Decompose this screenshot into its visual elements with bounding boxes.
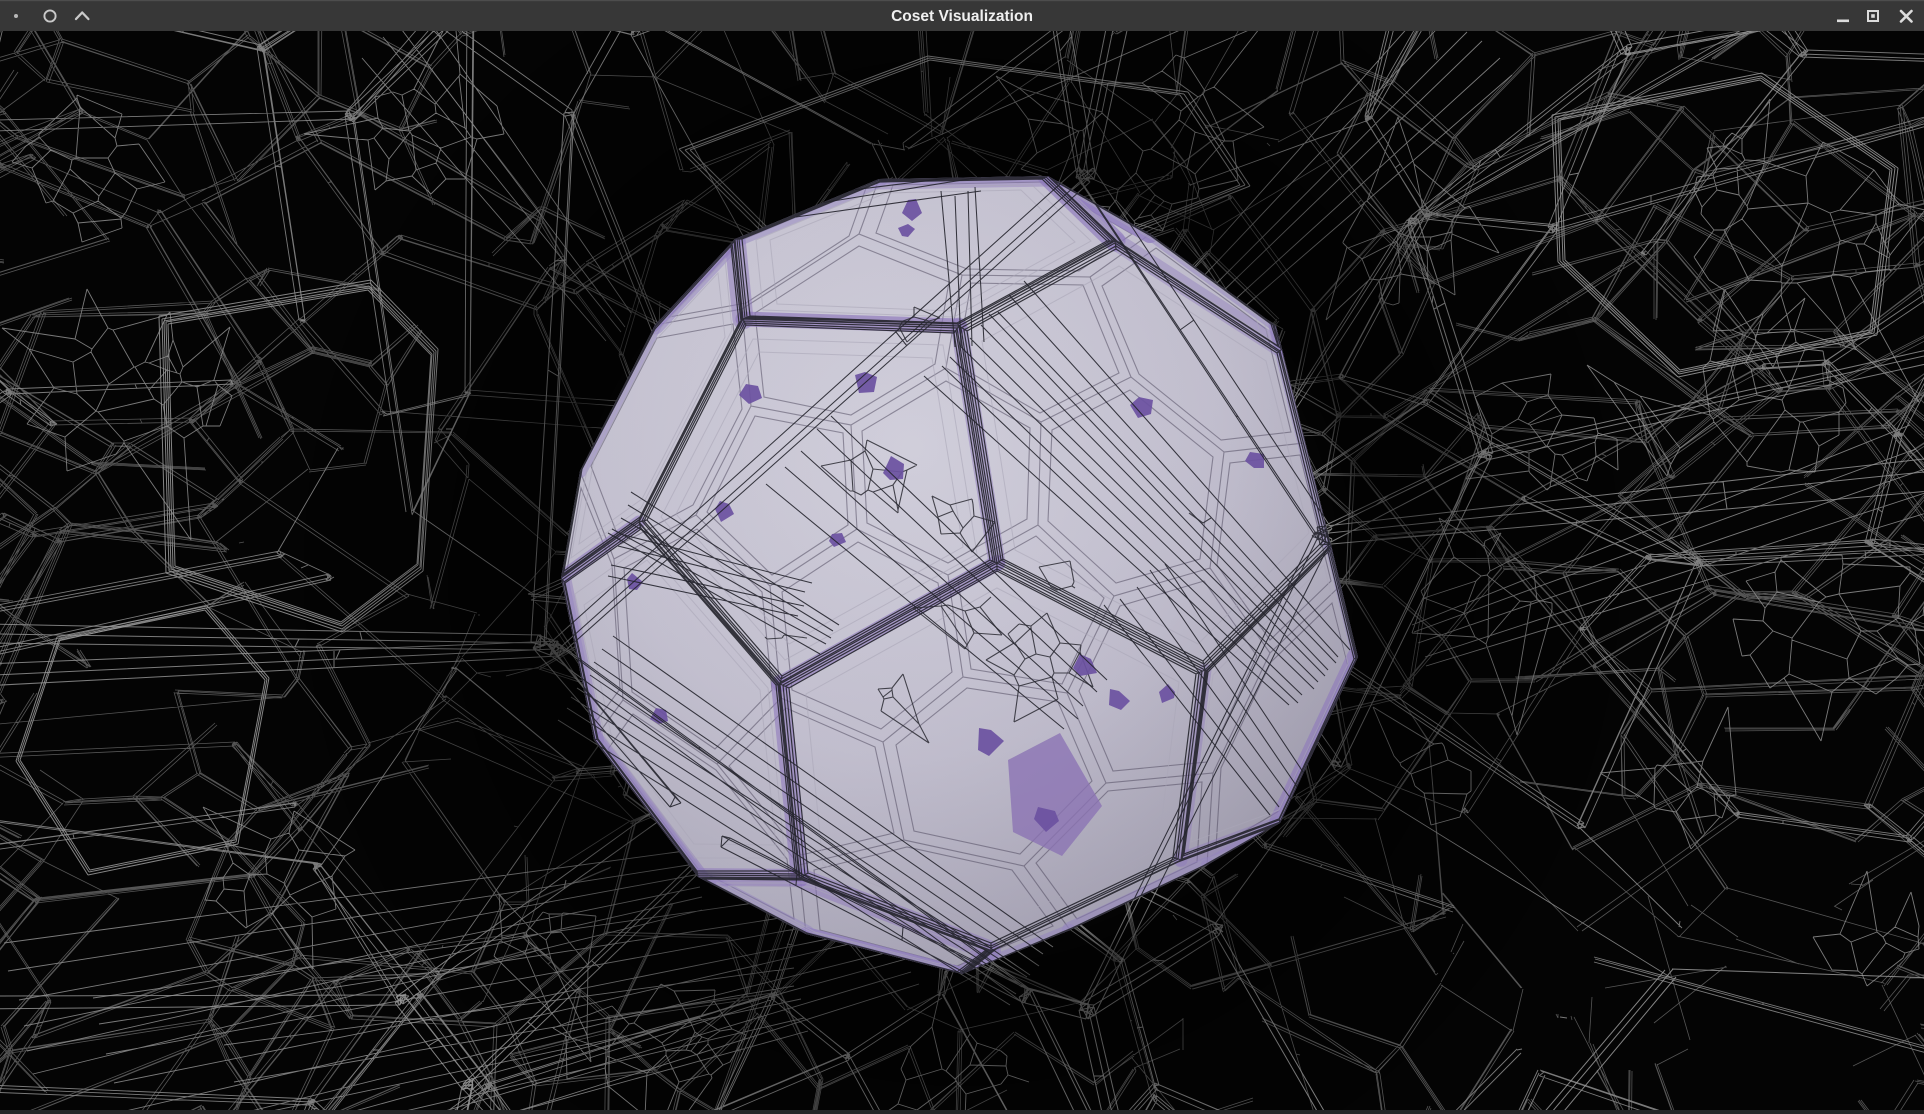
svg-text:Coset Visualization: Coset Visualization [891, 8, 1033, 25]
